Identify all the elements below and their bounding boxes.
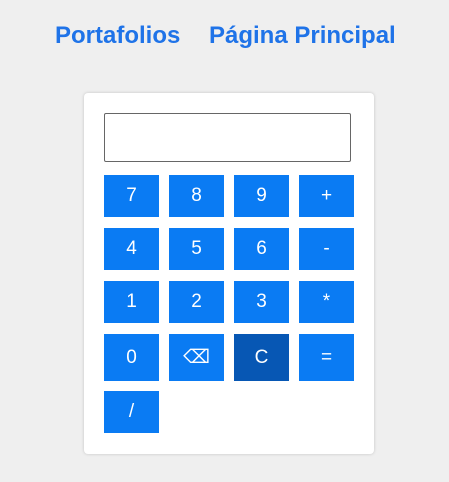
key-6[interactable]: 6: [234, 228, 289, 270]
backspace-icon: ⌫: [183, 347, 210, 368]
key-equals[interactable]: =: [299, 334, 354, 381]
key-minus[interactable]: -: [299, 228, 354, 270]
nav-link-pagina-principal[interactable]: Página Principal: [209, 22, 396, 50]
key-2[interactable]: 2: [169, 281, 224, 323]
key-1[interactable]: 1: [104, 281, 159, 323]
key-5[interactable]: 5: [169, 228, 224, 270]
key-7[interactable]: 7: [104, 175, 159, 217]
key-3[interactable]: 3: [234, 281, 289, 323]
key-0[interactable]: 0: [104, 334, 159, 381]
key-multiply[interactable]: *: [299, 281, 354, 323]
key-8[interactable]: 8: [169, 175, 224, 217]
backspace-button[interactable]: ⌫: [169, 334, 224, 381]
calculator-display[interactable]: [104, 113, 351, 162]
nav-link-portafolios[interactable]: Portafolios: [55, 22, 180, 50]
top-nav: Portafolios Página Principal: [0, 22, 449, 54]
key-divide[interactable]: /: [104, 391, 159, 433]
clear-button[interactable]: C: [234, 334, 289, 381]
key-9[interactable]: 9: [234, 175, 289, 217]
key-4[interactable]: 4: [104, 228, 159, 270]
key-plus[interactable]: +: [299, 175, 354, 217]
calculator-card: 7 8 9 + 4 5 6 - 1 2 3 * 0 ⌫ C = /: [84, 93, 374, 454]
